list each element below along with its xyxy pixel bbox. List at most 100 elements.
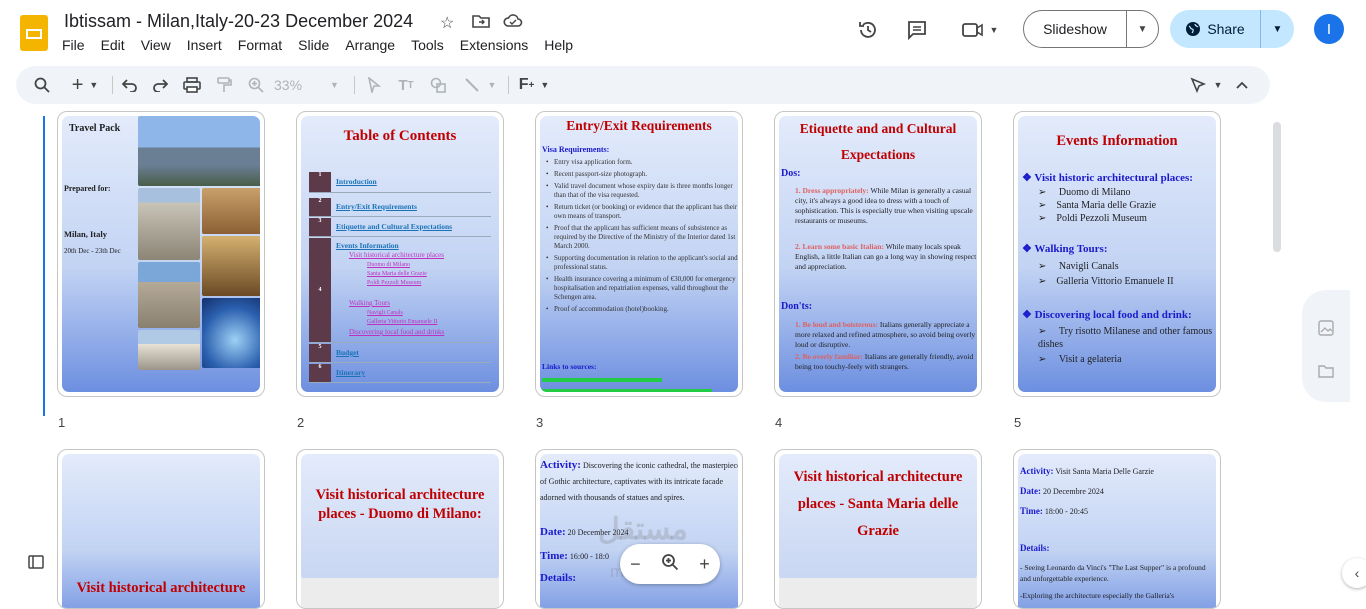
menu-tools[interactable]: Tools [411, 37, 444, 53]
chevron-up-icon[interactable] [1232, 66, 1252, 104]
slide-1-place: Milan, Italy [64, 229, 107, 239]
redo-icon[interactable] [148, 66, 172, 104]
chevron-left-icon[interactable]: ‹ [1342, 558, 1366, 588]
list-item: ➢ Santa Maria delle Grazie [1038, 200, 1157, 211]
milan-skyline-photo [138, 116, 260, 186]
toc-sublink[interactable]: Santa Maria delle Grazie [367, 271, 427, 277]
document-title[interactable]: Ibtissam - Milan,Italy-20-23 December 20… [64, 11, 413, 32]
menu-help[interactable]: Help [544, 37, 573, 53]
toc-link[interactable]: Itinerary [336, 368, 365, 377]
list-item: ➢ Poldi Pezzoli Museum [1038, 213, 1147, 224]
slide-thumbnail-1[interactable]: Travel Pack Prepared for: Milan, Italy 2… [57, 111, 265, 397]
share-label: Share [1207, 21, 1245, 37]
slide-thumbnail-9[interactable]: Visit historical architecture places - S… [774, 449, 982, 609]
slideshow-label[interactable]: Slideshow [1024, 11, 1127, 47]
toc-link[interactable]: Events Information [336, 241, 399, 250]
slide-5-list-2: ➢ Navigli Canals ➢ Galleria Vittorio Ema… [1038, 259, 1174, 289]
source-link-2[interactable] [542, 389, 712, 392]
theatre-photo [202, 236, 260, 296]
list-item: ➢ Visit a gelateria [1038, 354, 1122, 365]
toc-sublink[interactable]: Galleria Vittorio Emanuele II [367, 319, 437, 325]
toc-sublink[interactable]: Poldi Pezzoli Museum [367, 280, 421, 286]
grid-zoom-controls: − + [620, 544, 720, 584]
watermark-logo: مستقل [598, 513, 688, 546]
toc-row: 1 Introduction [309, 172, 491, 193]
slide-thumbnail-6[interactable]: Visit historical architecture [57, 449, 265, 609]
pen-cursor-icon[interactable]: ▼ [1184, 66, 1228, 104]
toc-link[interactable]: Budget [336, 348, 359, 357]
slide-1-title: Travel Pack [69, 123, 121, 134]
slide-thumbnail-4[interactable]: Etiquette and and Cultural Expectations … [774, 111, 982, 397]
share-main[interactable]: Share [1170, 10, 1261, 48]
list-item: Health insurance covering a minimum of €… [542, 275, 738, 302]
slide-6-title: Visit historical architecture [76, 580, 246, 596]
zoom-out-icon[interactable]: − [630, 554, 641, 575]
slide-4-title: Etiquette and and Cultural Expectations [799, 121, 957, 162]
menu-arrange[interactable]: Arrange [345, 37, 395, 53]
avatar[interactable]: I [1314, 14, 1344, 44]
show-filmstrip-icon[interactable] [28, 555, 44, 574]
toolbar-divider [354, 76, 355, 94]
zoom-select[interactable]: 33% ▼ [274, 66, 346, 104]
share-button[interactable]: Share ▼ [1170, 10, 1294, 48]
toc-sublink[interactable]: Discovering local food and drinks [349, 328, 444, 336]
line-icon[interactable]: ▼ [458, 66, 502, 104]
menu-view[interactable]: View [141, 37, 171, 53]
toc-sublink[interactable]: Walking Tours [349, 299, 390, 307]
source-link-1[interactable] [542, 378, 662, 382]
shape-icon[interactable] [426, 66, 450, 104]
menu-extensions[interactable]: Extensions [460, 37, 528, 53]
paint-format-icon[interactable] [212, 66, 236, 104]
slide-number-1: 1 [58, 415, 66, 430]
zoom-in-icon[interactable]: + [699, 554, 710, 575]
scrollbar[interactable] [1273, 122, 1281, 252]
menu-slide[interactable]: Slide [298, 37, 329, 53]
comments-icon[interactable] [900, 13, 934, 47]
slide-5-list-3: ➢ Try risotto Milanese and other famous … [1038, 325, 1216, 366]
meet-video-icon[interactable]: ▼ [955, 13, 1005, 47]
toolbar: + ▼ 33% ▼ TT ▼ F + ▼ ▼ [16, 66, 1270, 104]
version-history-icon[interactable] [851, 13, 885, 47]
slide-3-canvas: Entry/Exit Requirements Visa Requirement… [540, 116, 738, 392]
menu-edit[interactable]: Edit [101, 37, 125, 53]
globe-icon [1186, 22, 1201, 36]
undo-icon[interactable] [118, 66, 142, 104]
share-dropdown-icon[interactable]: ▼ [1261, 24, 1294, 35]
zoom-icon[interactable] [244, 66, 268, 104]
cloud-saved-icon[interactable] [503, 13, 523, 34]
slide-8-details: Details: [540, 572, 577, 584]
slide-thumbnail-3[interactable]: Entry/Exit Requirements Visa Requirement… [535, 111, 743, 397]
text-box-icon[interactable]: TT [394, 66, 418, 104]
menu-file[interactable]: File [62, 37, 85, 53]
slide-thumbnail-7[interactable]: Visit historical architecture places - D… [296, 449, 504, 609]
star-icon[interactable]: ☆ [440, 13, 454, 33]
toc-link[interactable]: Etiquette and Cultural Expectations [336, 222, 452, 231]
slide-thumbnail-5[interactable]: Events Information ❖ Visit historic arch… [1013, 111, 1221, 397]
toc-sublink[interactable]: Duomo di Milano [367, 262, 410, 268]
search-menus-icon[interactable] [30, 66, 54, 104]
zoom-reset-icon[interactable] [661, 553, 679, 576]
toc-link[interactable]: Introduction [336, 177, 377, 186]
slide-5-heading-3: ❖ Discovering local food and drink: [1022, 309, 1192, 321]
menu-format[interactable]: Format [238, 37, 282, 53]
slide-thumbnail-10[interactable]: Activity: Visit Santa Maria Delle Garzie… [1013, 449, 1221, 609]
format-options-icon[interactable]: F + ▼ [514, 66, 554, 104]
print-icon[interactable] [180, 66, 204, 104]
toc-sublink[interactable]: Navigli Canals [367, 310, 403, 316]
slide-number-5: 5 [1014, 415, 1022, 430]
select-cursor-icon[interactable] [362, 66, 386, 104]
folder-icon[interactable] [1318, 364, 1334, 383]
image-info-icon[interactable] [1318, 320, 1334, 341]
move-folder-icon[interactable] [472, 13, 490, 34]
toc-sublink[interactable]: Visit historical architecture places [349, 251, 444, 259]
toc-link[interactable]: Entry/Exit Requirements [336, 202, 417, 211]
menu-insert[interactable]: Insert [187, 37, 222, 53]
slideshow-dropdown-icon[interactable]: ▼ [1127, 24, 1158, 35]
slideshow-button[interactable]: Slideshow ▼ [1023, 10, 1159, 48]
slide-number-2: 2 [297, 415, 305, 430]
slides-logo-icon[interactable] [20, 15, 48, 51]
new-slide-icon[interactable]: + ▼ [66, 66, 104, 104]
toc-row: 2 Entry/Exit Requirements [309, 198, 491, 217]
slide-thumbnail-2[interactable]: Table of Contents 1 Introduction 2 Entry/E… [296, 111, 504, 397]
list-item: Entry visa application form. [542, 158, 738, 167]
